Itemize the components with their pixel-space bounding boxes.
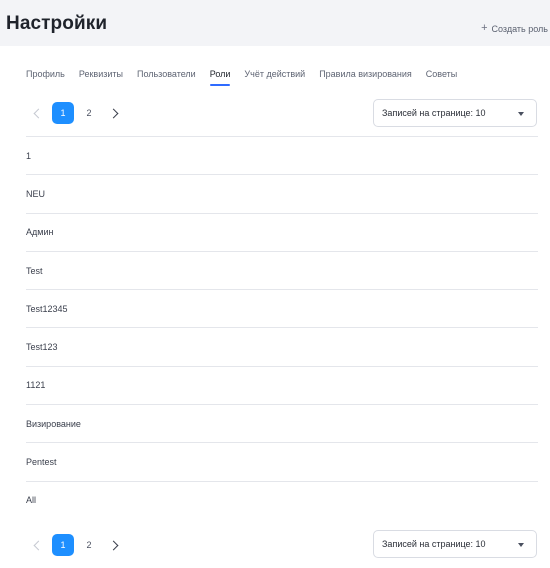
page-header: Настройки + Создать роль bbox=[0, 0, 550, 46]
tab-approval-rules[interactable]: Правила визирования bbox=[319, 62, 412, 86]
chevron-right-icon bbox=[108, 540, 119, 550]
tab-tips[interactable]: Советы bbox=[426, 62, 457, 86]
create-role-button[interactable]: + Создать роль bbox=[481, 23, 548, 34]
plus-icon: + bbox=[481, 22, 488, 34]
list-item[interactable]: 1121 bbox=[26, 365, 538, 404]
roles-list: 1 NEU Админ Test Test12345 Test123 1121 … bbox=[26, 136, 538, 519]
list-item[interactable]: NEU bbox=[26, 174, 538, 212]
page-title: Настройки bbox=[6, 13, 108, 34]
per-page-select[interactable]: Записей на странице: 10 bbox=[373, 530, 537, 558]
pagination-top: 1 2 bbox=[26, 102, 130, 124]
next-page-button[interactable] bbox=[104, 534, 126, 556]
settings-tabs: Профиль Реквизиты Пользователи Роли Учёт… bbox=[26, 62, 457, 88]
tab-requisites[interactable]: Реквизиты bbox=[79, 62, 123, 86]
list-item[interactable]: Pentest bbox=[26, 442, 538, 480]
chevron-right-icon bbox=[108, 108, 119, 118]
tab-users[interactable]: Пользователи bbox=[137, 62, 196, 86]
page-button-1[interactable]: 1 bbox=[52, 534, 74, 556]
caret-down-icon bbox=[518, 112, 524, 116]
page-button-2[interactable]: 2 bbox=[78, 534, 100, 556]
list-item[interactable]: Test12345 bbox=[26, 289, 538, 327]
pagination-bottom: 1 2 bbox=[26, 534, 130, 556]
caret-down-icon bbox=[518, 543, 524, 547]
page-button-2[interactable]: 2 bbox=[78, 102, 100, 124]
list-item[interactable]: All bbox=[26, 480, 538, 519]
per-page-label: Записей на странице: 10 bbox=[382, 539, 486, 549]
per-page-select[interactable]: Записей на странице: 10 bbox=[373, 99, 537, 127]
list-item[interactable]: Test123 bbox=[26, 327, 538, 365]
chevron-left-icon bbox=[33, 540, 44, 550]
next-page-button[interactable] bbox=[104, 102, 126, 124]
prev-page-button[interactable] bbox=[26, 102, 48, 124]
prev-page-button[interactable] bbox=[26, 534, 48, 556]
list-item[interactable]: Test bbox=[26, 250, 538, 289]
list-item[interactable]: 1 bbox=[26, 136, 538, 174]
list-item[interactable]: Админ bbox=[26, 212, 538, 251]
tab-roles[interactable]: Роли bbox=[209, 62, 230, 86]
chevron-left-icon bbox=[33, 108, 44, 118]
tab-action-log[interactable]: Учёт действий bbox=[244, 62, 305, 86]
page-button-1[interactable]: 1 bbox=[52, 102, 74, 124]
create-role-label: Создать роль bbox=[491, 23, 548, 34]
list-item[interactable]: Визирование bbox=[26, 404, 538, 442]
per-page-label: Записей на странице: 10 bbox=[382, 108, 486, 118]
tab-profile[interactable]: Профиль bbox=[26, 62, 65, 86]
